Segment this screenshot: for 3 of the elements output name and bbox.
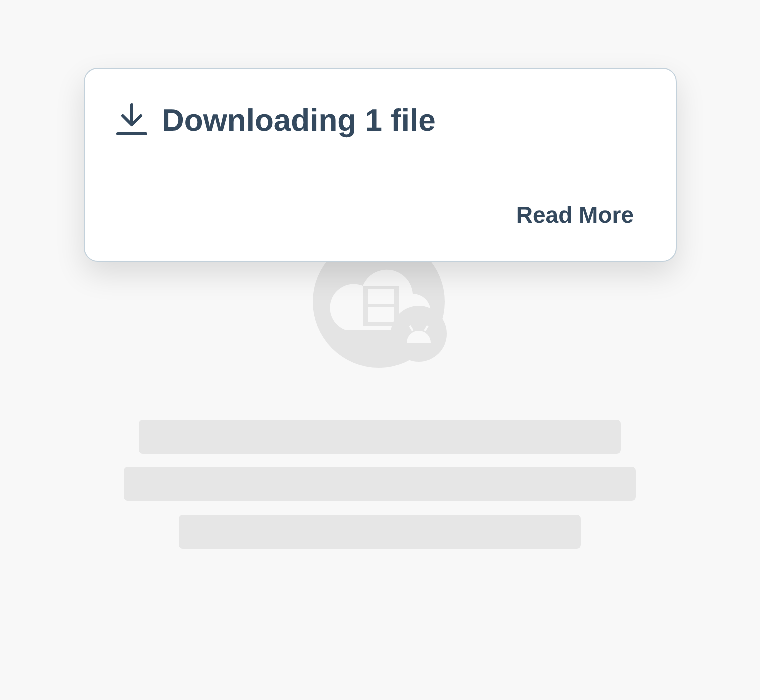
notification-title: Downloading 1 file <box>162 104 436 136</box>
read-more-link[interactable]: Read More <box>516 204 634 227</box>
download-icon <box>116 103 148 137</box>
